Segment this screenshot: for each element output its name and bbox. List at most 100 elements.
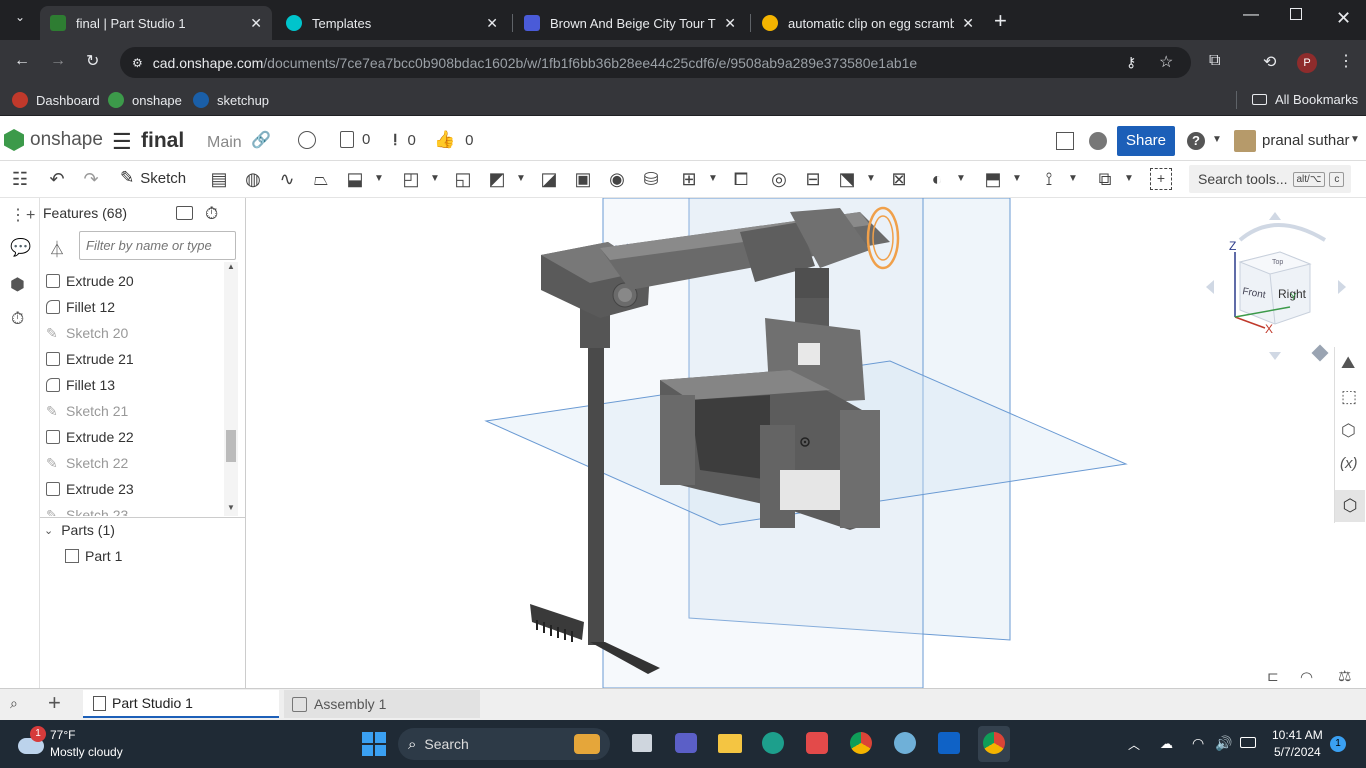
- versions-button[interactable]: 0: [340, 131, 370, 148]
- chevron-down-icon[interactable]: ▼: [1068, 168, 1078, 190]
- feature-item[interactable]: ✎ Sketch 20: [46, 321, 128, 345]
- appearance-panel-icon[interactable]: ⛰: [1341, 353, 1355, 373]
- fillet-icon[interactable]: ◰: [400, 168, 422, 190]
- mass-icon[interactable]: ⚖: [1338, 667, 1351, 685]
- chevron-down-icon[interactable]: ▼: [708, 168, 718, 190]
- scroll-down-icon[interactable]: ▼: [227, 503, 235, 512]
- reload-icon[interactable]: ↻: [86, 51, 99, 71]
- chevron-down-icon[interactable]: ▼: [1012, 168, 1022, 190]
- user-avatar[interactable]: [1234, 130, 1256, 152]
- measure-icon[interactable]: ⊏: [1267, 668, 1279, 685]
- bookmark-sketchup[interactable]: sketchup: [193, 92, 269, 108]
- helix-icon[interactable]: ⟟: [1038, 168, 1060, 190]
- right-clip-arm[interactable]: [840, 410, 880, 528]
- all-bookmarks[interactable]: All Bookmarks: [1252, 92, 1358, 107]
- loft-icon[interactable]: ⏢: [310, 168, 332, 190]
- edge-icon[interactable]: [762, 732, 784, 754]
- left-clip-arm[interactable]: [660, 395, 695, 485]
- extensions-icon[interactable]: ⧉: [1209, 52, 1220, 70]
- close-tab-icon[interactable]: ✕: [486, 15, 498, 32]
- clock-time[interactable]: 10:41 AM: [1272, 728, 1323, 742]
- vertical-rod[interactable]: [588, 300, 604, 645]
- display-mode-icon[interactable]: ⬡: [1335, 490, 1365, 522]
- browser-tab[interactable]: Brown And Beige City Tour Trav ✕: [514, 6, 746, 40]
- taskbar-search[interactable]: ⌕ Search: [398, 728, 610, 760]
- shell-icon[interactable]: ▣: [572, 168, 594, 190]
- rotate-left-icon[interactable]: [1206, 280, 1214, 294]
- clock-date[interactable]: 5/7/2024: [1274, 745, 1321, 759]
- site-info-icon[interactable]: ⚙: [132, 56, 143, 70]
- hamburger-menu-icon[interactable]: ☰: [112, 129, 132, 155]
- browser-tab-active[interactable]: final | Part Studio 1 ✕: [40, 6, 272, 40]
- add-custom-feature-icon[interactable]: +: [1150, 168, 1172, 190]
- delete-part-icon[interactable]: ⊠: [888, 168, 910, 190]
- feature-item[interactable]: Extrude 21: [46, 347, 134, 371]
- profile-avatar[interactable]: P: [1297, 53, 1317, 73]
- add-folder-icon[interactable]: [176, 206, 193, 220]
- rotate-right-icon[interactable]: [1338, 280, 1346, 294]
- tab-part-studio-1[interactable]: Part Studio 1: [83, 690, 279, 718]
- chevron-down-icon[interactable]: ▼: [374, 168, 384, 190]
- close-tab-icon[interactable]: ✕: [724, 15, 736, 32]
- undo-icon[interactable]: ↶: [46, 168, 68, 190]
- 3d-model-view[interactable]: Right: [246, 198, 1366, 688]
- mass-properties-icon[interactable]: ⬚: [1341, 387, 1357, 407]
- app-icon[interactable]: [894, 732, 916, 754]
- sweep-icon[interactable]: ∿: [276, 168, 298, 190]
- close-tab-icon[interactable]: ✕: [250, 15, 262, 32]
- new-tab-button[interactable]: +: [994, 8, 1007, 34]
- feature-filter-input[interactable]: [79, 231, 236, 260]
- chevron-down-icon[interactable]: ▼: [1350, 134, 1360, 145]
- variables-icon[interactable]: ⋮+: [10, 205, 35, 225]
- redo-icon[interactable]: ↷: [80, 168, 102, 190]
- volume-icon[interactable]: 🔊: [1215, 735, 1232, 752]
- store-icon[interactable]: [806, 732, 828, 754]
- extension-icon[interactable]: ⟲: [1263, 52, 1276, 72]
- rotate-down-icon[interactable]: [1269, 352, 1281, 360]
- bookmark-star-icon[interactable]: ☆: [1159, 52, 1173, 72]
- apps-grid-icon[interactable]: [1056, 132, 1074, 150]
- graphics-viewport[interactable]: Right: [246, 198, 1366, 688]
- rollback-timer-icon[interactable]: ⏱: [205, 204, 218, 224]
- transform-icon[interactable]: ⬔: [836, 168, 858, 190]
- tab-search-button[interactable]: ⌄: [8, 10, 32, 32]
- teams-icon[interactable]: [675, 733, 697, 753]
- tab-assembly-1[interactable]: Assembly 1: [284, 690, 480, 718]
- help-icon[interactable]: ?: [1187, 132, 1205, 150]
- feature-list-scrollbar[interactable]: [224, 262, 238, 516]
- branch-name[interactable]: Main: [207, 134, 242, 152]
- battery-icon[interactable]: [1240, 737, 1256, 748]
- chrome-icon[interactable]: [850, 732, 872, 754]
- comments-icon[interactable]: 💬: [10, 238, 31, 258]
- weather-widget[interactable]: 1 77°F Mostly cloudy: [14, 726, 144, 764]
- filter-icon[interactable]: ⏃: [49, 236, 65, 260]
- feature-item[interactable]: Fillet 13: [46, 373, 115, 397]
- cloud-off-icon[interactable]: ☁: [1160, 736, 1173, 752]
- notification-badge[interactable]: 1: [1330, 736, 1346, 752]
- feature-list-toggle-icon[interactable]: ☷: [9, 168, 31, 190]
- password-key-icon[interactable]: ⚷: [1126, 54, 1136, 71]
- part-configurations-icon[interactable]: ⬢: [10, 275, 25, 295]
- boolean-icon[interactable]: ◎: [768, 168, 790, 190]
- chevron-down-icon[interactable]: ▼: [516, 168, 526, 190]
- plane-icon[interactable]: ⬒: [982, 168, 1004, 190]
- chevron-down-icon[interactable]: ▼: [1212, 134, 1222, 145]
- close-window-icon[interactable]: ✕: [1336, 8, 1351, 29]
- user-name[interactable]: pranal suthar: [1262, 132, 1350, 149]
- thicken-icon[interactable]: ⬓: [344, 168, 366, 190]
- chevron-down-icon[interactable]: ▼: [1124, 168, 1134, 190]
- parts-section-header[interactable]: ⌄ Parts (1): [44, 522, 115, 538]
- chevron-down-icon[interactable]: ▼: [866, 168, 876, 190]
- timer-icon[interactable]: ⏱: [11, 309, 24, 329]
- sheet-metal-icon[interactable]: ⧉: [1094, 168, 1116, 190]
- chevron-up-icon[interactable]: ︿: [1128, 736, 1140, 753]
- modify-fillet-icon[interactable]: ◐: [926, 168, 948, 190]
- restore-window-icon[interactable]: [1290, 8, 1302, 20]
- cylinder-icon[interactable]: ⛁: [640, 168, 662, 190]
- document-name[interactable]: final: [141, 129, 184, 153]
- bookmark-onshape[interactable]: onshape: [108, 92, 182, 108]
- feature-item[interactable]: Extrude 20: [46, 269, 134, 293]
- file-explorer-icon[interactable]: [718, 734, 742, 753]
- pattern-icon[interactable]: ⊞: [678, 168, 700, 190]
- draft-icon[interactable]: ◩: [486, 168, 508, 190]
